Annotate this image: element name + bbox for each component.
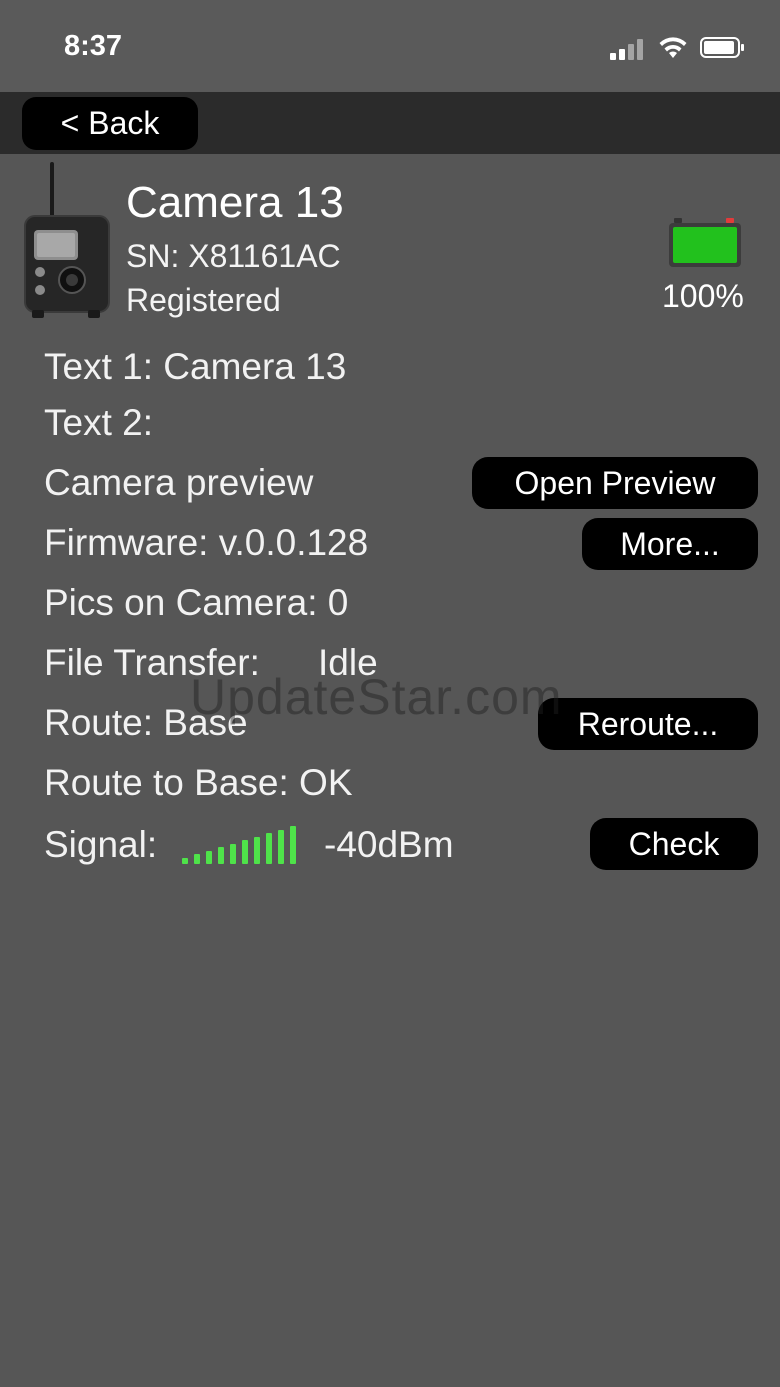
- nav-bar: < Back: [0, 92, 780, 154]
- signal-strength-bars-icon: [182, 826, 306, 864]
- check-signal-button[interactable]: Check: [590, 818, 758, 870]
- battery-icon: [700, 37, 744, 58]
- route-to-base-label: Route to Base: OK: [44, 762, 353, 803]
- pics-on-camera-label: Pics on Camera: 0: [44, 582, 349, 623]
- signal-bar: [206, 850, 212, 864]
- signal-bar: [278, 829, 284, 864]
- signal-bar: [290, 826, 296, 864]
- signal-bar: [230, 843, 236, 864]
- signal-bar: [266, 833, 272, 864]
- file-transfer-label: File Transfer:: [44, 642, 260, 683]
- signal-bar: [194, 854, 200, 864]
- camera-battery-percent: 100%: [662, 278, 744, 314]
- camera-preview-label: Camera preview: [44, 462, 314, 503]
- camera-registration-status: Registered: [126, 282, 281, 318]
- text2-label: Text 2:: [44, 402, 153, 443]
- signal-bar: [218, 847, 224, 864]
- signal-bar: [254, 836, 260, 864]
- signal-value: -40dBm: [324, 824, 454, 865]
- firmware-more-button[interactable]: More...: [582, 518, 758, 570]
- route-label: Route: Base: [44, 702, 248, 743]
- camera-name: Camera 13: [126, 178, 344, 227]
- camera-serial-number: SN: X81161AC: [126, 238, 341, 274]
- trail-camera-icon: [24, 162, 110, 318]
- file-transfer-value: Idle: [318, 642, 378, 683]
- text1-label: Text 1: Camera 13: [44, 346, 347, 387]
- back-button[interactable]: < Back: [22, 97, 198, 150]
- camera-battery-icon: [669, 218, 741, 267]
- wifi-icon: [659, 37, 687, 58]
- signal-label: Signal:: [44, 824, 158, 865]
- reroute-button[interactable]: Reroute...: [538, 698, 758, 750]
- open-preview-button[interactable]: Open Preview: [472, 457, 758, 509]
- status-time: 8:37: [64, 30, 123, 62]
- cellular-signal-icon: [610, 36, 648, 60]
- signal-bar: [182, 858, 188, 864]
- firmware-label: Firmware: v.0.0.128: [44, 522, 369, 563]
- signal-bar: [242, 840, 248, 864]
- status-bar: 8:37: [0, 0, 780, 92]
